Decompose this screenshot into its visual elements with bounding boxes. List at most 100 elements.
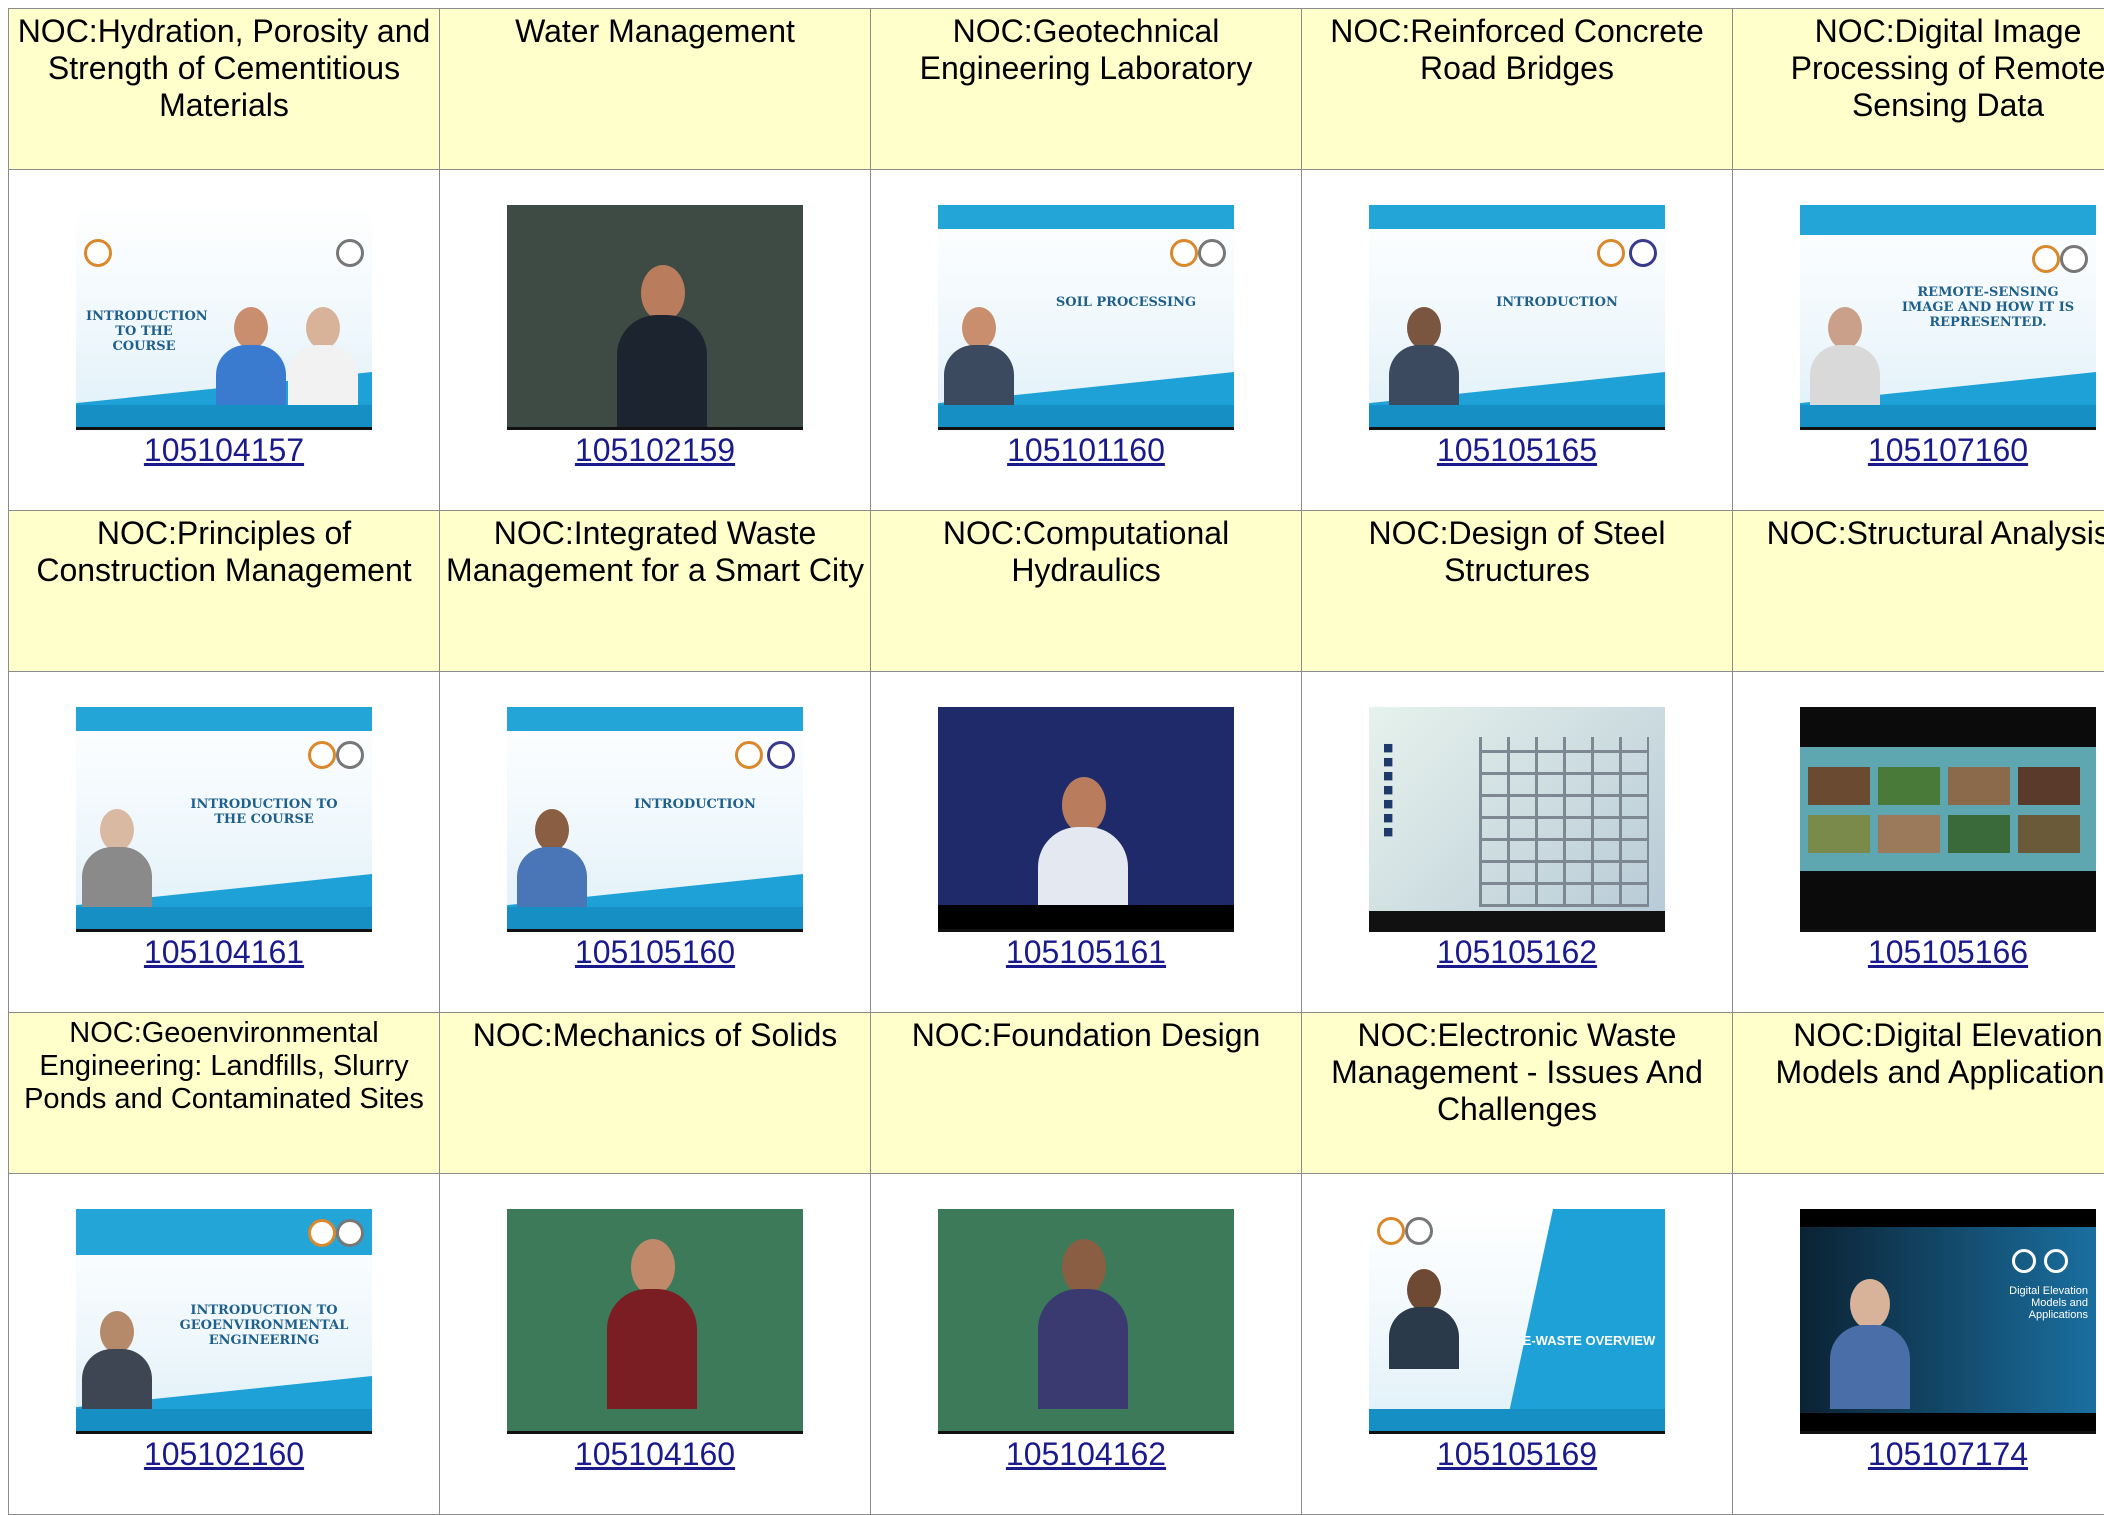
institute-logo-icon: [2060, 245, 2088, 273]
thumbnail-caption: REMOTE-SENSING IMAGE AND HOW IT IS REPRE…: [1900, 285, 2076, 330]
course-title: NOC:Hydration, Porosity and Strength of …: [9, 9, 440, 170]
institute-logo-icon: [336, 1219, 364, 1247]
institute-logo-icon: [308, 1219, 336, 1247]
course-title: NOC:Structural Analysis-I: [1733, 511, 2104, 672]
slide-footer: [76, 405, 372, 427]
thumbnail-caption: Digital Elevation Models and Application…: [1978, 1285, 2088, 1321]
course-cell: REMOTE-SENSING IMAGE AND HOW IT IS REPRE…: [1733, 170, 2104, 511]
course-title: NOC:Electronic Waste Management - Issues…: [1302, 1013, 1733, 1174]
institute-logo-icon: [336, 741, 364, 769]
title-row: NOC:Hydration, Porosity and Strength of …: [9, 9, 2104, 170]
thumbnail-caption: INTRODUCTION TO GEOENVIRONMENTAL ENGINEE…: [176, 1303, 352, 1348]
course-title: NOC:Foundation Design: [871, 1013, 1302, 1174]
mosaic-tile: [1878, 767, 1940, 805]
course-thumbnail[interactable]: INTRODUCTION TO GEOENVIRONMENTAL ENGINEE…: [76, 1209, 372, 1434]
title-row: NOC:Geoenvironmental Engineering: Landfi…: [9, 1013, 2104, 1174]
course-thumbnail[interactable]: INTRODUCTION: [1369, 205, 1665, 430]
institute-logo-icon: [1170, 239, 1198, 267]
course-thumbnail[interactable]: INTRODUCTION: [507, 707, 803, 932]
course-code-link[interactable]: 105107160: [1868, 432, 2028, 468]
mosaic-tile: [2018, 767, 2080, 805]
presenter-figure: [288, 307, 358, 407]
slide-header-band: [507, 707, 803, 731]
course-thumbnail[interactable]: ■■■■■■■: [1369, 707, 1665, 932]
course-cell: 105104160: [440, 1174, 871, 1515]
institute-logo-icon: [767, 741, 795, 769]
course-thumbnail[interactable]: [507, 1209, 803, 1434]
course-title: NOC:Geoenvironmental Engineering: Landfi…: [9, 1013, 440, 1174]
course-thumbnail[interactable]: REMOTE-SENSING IMAGE AND HOW IT IS REPRE…: [1800, 205, 2096, 430]
course-thumbnail[interactable]: INTRODUCTION TO THE COURSE: [76, 205, 372, 430]
institute-logo-icon: [336, 239, 364, 267]
slide-footer: [76, 1409, 372, 1431]
course-cell: INTRODUCTION 105105160: [440, 672, 871, 1013]
mosaic-tile: [1878, 815, 1940, 853]
course-cell: 105105161: [871, 672, 1302, 1013]
institute-logo-icon: [1198, 239, 1226, 267]
course-thumbnail[interactable]: Digital Elevation Models and Application…: [1800, 1209, 2096, 1434]
course-code-link[interactable]: 105104162: [1006, 1436, 1166, 1472]
course-cell: INTRODUCTION 105105165: [1302, 170, 1733, 511]
mosaic-tile: [1808, 767, 1870, 805]
presenter-figure: [1389, 307, 1459, 407]
institute-logo-icon: [2012, 1249, 2036, 1273]
course-cell: 105104162: [871, 1174, 1302, 1515]
course-title: NOC:Digital Elevation Models and Applica…: [1733, 1013, 2104, 1174]
slide-bullet-list: ■■■■■■■: [1383, 741, 1393, 839]
course-cell: INTRODUCTION TO GEOENVIRONMENTAL ENGINEE…: [9, 1174, 440, 1515]
presenter-figure: [517, 809, 587, 909]
presenter-figure: [1038, 1239, 1128, 1409]
course-grid: NOC:Hydration, Porosity and Strength of …: [8, 8, 2104, 1515]
mosaic-tile: [1948, 767, 2010, 805]
thumbnail-caption: INTRODUCTION TO THE COURSE: [86, 309, 202, 354]
slide-header-band: [1800, 205, 2096, 235]
course-code-link[interactable]: 105107174: [1868, 1436, 2028, 1472]
institute-logo-icon: [1629, 239, 1657, 267]
title-row: NOC:Principles of Construction Managemen…: [9, 511, 2104, 672]
course-code-link[interactable]: 105104157: [144, 432, 304, 468]
institute-logo-icon: [1597, 239, 1625, 267]
course-code-link[interactable]: 105105169: [1437, 1436, 1597, 1472]
course-thumbnail[interactable]: [938, 1209, 1234, 1434]
course-code-link[interactable]: 105101160: [1007, 432, 1165, 468]
course-title: NOC:Principles of Construction Managemen…: [9, 511, 440, 672]
course-code-link[interactable]: 105104161: [144, 934, 304, 970]
course-thumbnail[interactable]: INTRODUCTION TO THE COURSE: [76, 707, 372, 932]
presenter-figure: [82, 1311, 152, 1411]
course-thumbnail[interactable]: E-WASTE OVERVIEW: [1369, 1209, 1665, 1434]
course-title: NOC:Digital Image Processing of Remote S…: [1733, 9, 2104, 170]
presenter-figure: [1389, 1269, 1459, 1369]
slide-footer: [507, 907, 803, 929]
presenter-figure: [607, 1239, 697, 1409]
thumbnail-row: INTRODUCTION TO GEOENVIRONMENTAL ENGINEE…: [9, 1174, 2104, 1515]
course-code-link[interactable]: 105105165: [1437, 432, 1597, 468]
course-title: NOC:Geotechnical Engineering Laboratory: [871, 9, 1302, 170]
presenter-figure: [82, 809, 152, 909]
presenter-figure: [216, 307, 286, 407]
steel-structure-photo: [1479, 737, 1649, 907]
course-thumbnail[interactable]: [1800, 707, 2096, 932]
institute-logo-icon: [84, 239, 112, 267]
slide-header-band: [1369, 205, 1665, 229]
course-code-link[interactable]: 105104160: [575, 1436, 735, 1472]
course-thumbnail[interactable]: [938, 707, 1234, 932]
course-thumbnail[interactable]: [507, 205, 803, 430]
thumbnail-caption: INTRODUCTION: [1469, 295, 1645, 310]
course-code-link[interactable]: 105105166: [1868, 934, 2028, 970]
slide-footer: [76, 907, 372, 929]
course-code-link[interactable]: 105105162: [1437, 934, 1597, 970]
course-cell: INTRODUCTION TO THE COURSE 105104157: [9, 170, 440, 511]
thumbnail-caption: INTRODUCTION TO THE COURSE: [176, 797, 352, 827]
course-code-link[interactable]: 105102159: [575, 432, 735, 468]
course-thumbnail[interactable]: SOIL PROCESSING: [938, 205, 1234, 430]
course-code-link[interactable]: 105105161: [1006, 934, 1166, 970]
course-code-link[interactable]: 105102160: [144, 1436, 304, 1472]
course-code-link[interactable]: 105105160: [575, 934, 735, 970]
course-title: NOC:Design of Steel Structures: [1302, 511, 1733, 672]
course-title: NOC:Computational Hydraulics: [871, 511, 1302, 672]
thumbnail-row: INTRODUCTION TO THE COURSE 105104161 INT…: [9, 672, 2104, 1013]
institute-logo-icon: [1405, 1217, 1433, 1245]
presenter-figure: [1830, 1279, 1910, 1409]
mosaic-tile: [1948, 815, 2010, 853]
course-cell: Digital Elevation Models and Application…: [1733, 1174, 2104, 1515]
